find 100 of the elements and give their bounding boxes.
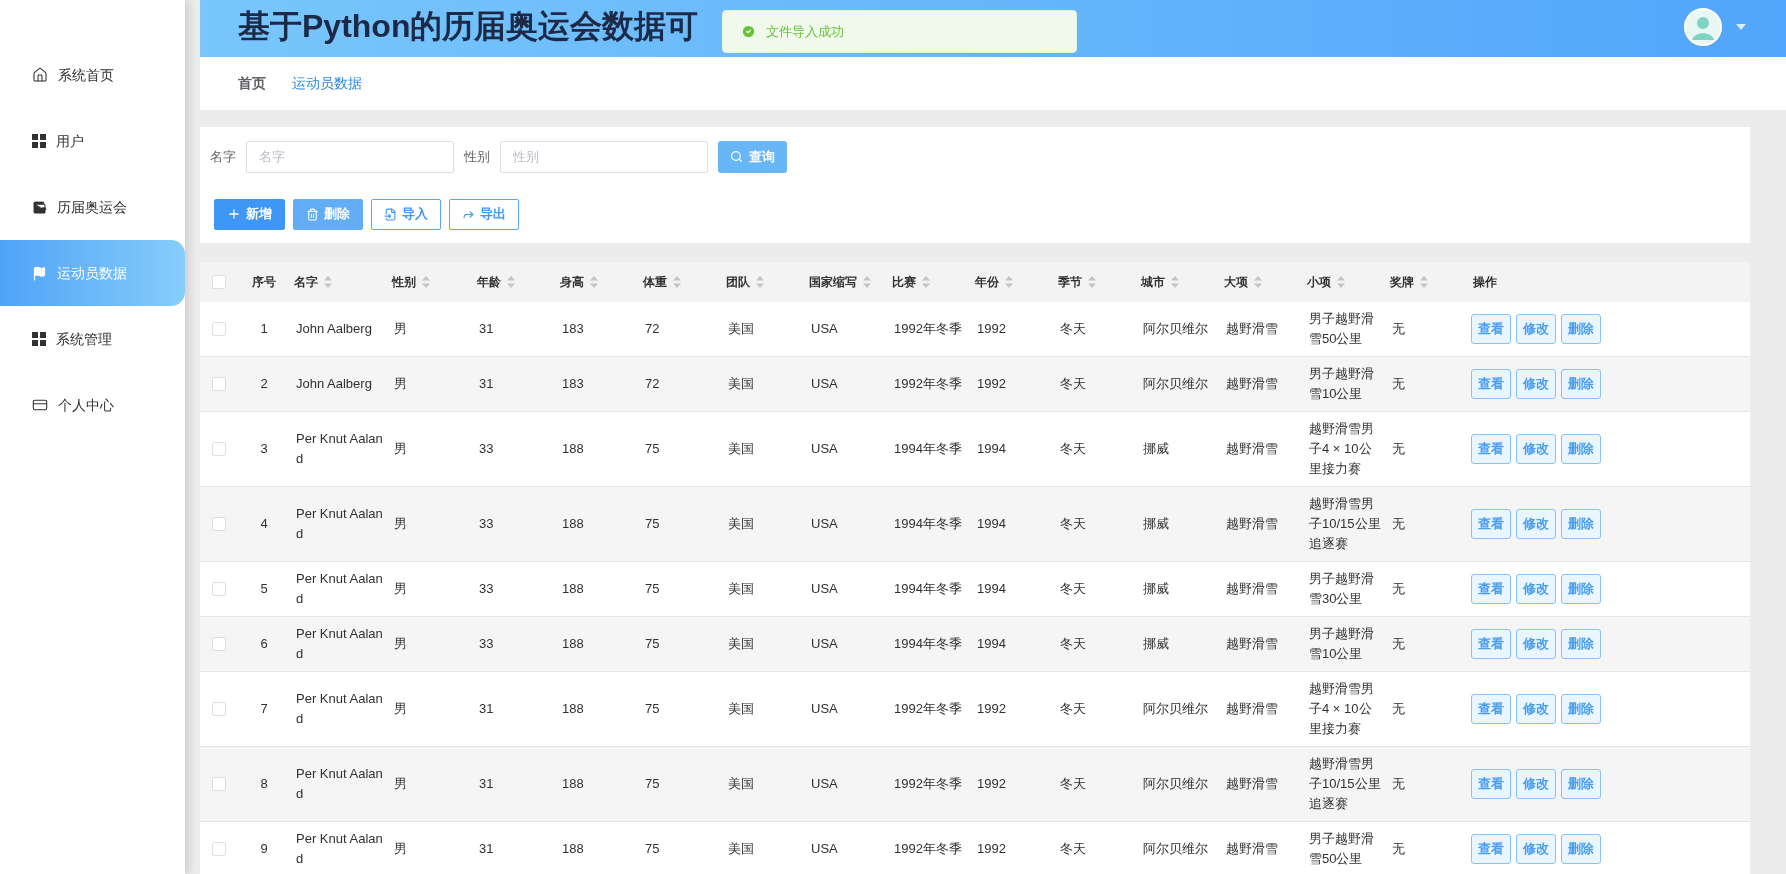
- checkbox[interactable]: [212, 777, 226, 791]
- row-action-button[interactable]: 删除: [1561, 434, 1601, 464]
- row-action-button[interactable]: 查看: [1471, 314, 1511, 344]
- table-cell-text: 越野滑雪: [1226, 320, 1279, 338]
- toolbar-button[interactable]: 导出: [449, 198, 519, 230]
- row-action-button[interactable]: 查看: [1471, 574, 1511, 604]
- sort-icon[interactable]: [1420, 276, 1428, 288]
- sort-icon[interactable]: [422, 276, 430, 288]
- row-action-button[interactable]: 修改: [1516, 574, 1556, 604]
- row-action-button[interactable]: 查看: [1471, 834, 1511, 864]
- table-row[interactable]: 2 John Aalberg 男 31 183 72 美国 USA 1992年冬季 1992 冬天 阿尔贝维尔 越野滑雪 男子越野滑雪10公里 无 查看 修改 删除: [200, 357, 1750, 412]
- table-cell-text: 1992年冬季: [894, 320, 963, 338]
- column-header: 年份: [975, 274, 999, 291]
- breadcrumb-link[interactable]: 运动员数据: [292, 73, 362, 94]
- checkbox[interactable]: [212, 322, 226, 336]
- table-cell-text: 越野滑雪: [1226, 840, 1279, 858]
- table-cell-text: 188: [562, 775, 585, 793]
- row-action-button[interactable]: 删除: [1561, 769, 1601, 799]
- row-action-button[interactable]: 查看: [1471, 629, 1511, 659]
- table-cell-text: 越野滑雪男子10/15公里追逐赛: [1309, 755, 1382, 813]
- toolbar-button[interactable]: 新增: [214, 198, 285, 230]
- sort-icon[interactable]: [922, 276, 930, 288]
- row-action-button[interactable]: 查看: [1471, 509, 1511, 539]
- row-action-button[interactable]: 查看: [1471, 694, 1511, 724]
- avatar-icon[interactable]: [1684, 8, 1722, 46]
- checkbox[interactable]: [212, 842, 226, 856]
- sort-icon[interactable]: [756, 276, 764, 288]
- sort-icon[interactable]: [1088, 276, 1096, 288]
- table-cell-text: 无: [1392, 775, 1406, 793]
- table-cell-text: 美国: [728, 320, 755, 338]
- breadcrumb-link[interactable]: 首页: [238, 73, 266, 94]
- table-cell-text: 男子越野滑雪50公里: [1309, 830, 1375, 868]
- row-action-button[interactable]: 修改: [1516, 769, 1556, 799]
- sidebar-item[interactable]: 个人中心: [0, 372, 185, 438]
- row-action-button[interactable]: 修改: [1516, 509, 1556, 539]
- row-action-button[interactable]: 修改: [1516, 694, 1556, 724]
- column-header: 序号: [252, 274, 276, 291]
- sort-icon[interactable]: [1337, 276, 1345, 288]
- search-field[interactable]: 性别: [500, 140, 708, 173]
- row-action-button[interactable]: 修改: [1516, 314, 1556, 344]
- sort-icon[interactable]: [1005, 276, 1013, 288]
- sidebar-item[interactable]: 运动员数据: [0, 240, 185, 306]
- row-action-button[interactable]: 删除: [1561, 629, 1601, 659]
- sort-icon[interactable]: [673, 276, 681, 288]
- checkbox[interactable]: [212, 517, 226, 531]
- trash-icon: [306, 207, 319, 221]
- checkbox[interactable]: [212, 275, 226, 289]
- sidebar-item[interactable]: 历届奥运会: [0, 174, 185, 240]
- row-action-button[interactable]: 删除: [1561, 509, 1601, 539]
- row-action-button[interactable]: 删除: [1561, 574, 1601, 604]
- table-cell-text: 男: [394, 440, 408, 458]
- table-cell-text: 男: [394, 700, 408, 718]
- row-action-button[interactable]: 修改: [1516, 434, 1556, 464]
- row-action-button[interactable]: 删除: [1561, 834, 1601, 864]
- table-cell-text: 9: [260, 840, 268, 858]
- sort-icon[interactable]: [1171, 276, 1179, 288]
- search-field[interactable]: 名字: [246, 140, 454, 173]
- row-action-button[interactable]: 删除: [1561, 369, 1601, 399]
- sort-icon[interactable]: [1254, 276, 1262, 288]
- row-action-button[interactable]: 删除: [1561, 694, 1601, 724]
- row-action-button[interactable]: 删除: [1561, 314, 1601, 344]
- sort-icon[interactable]: [324, 276, 332, 288]
- row-action-button[interactable]: 修改: [1516, 629, 1556, 659]
- grid-icon: [32, 332, 46, 346]
- search-button[interactable]: 查询: [718, 140, 787, 173]
- field-label: 性别: [464, 147, 490, 166]
- table-cell-text: 183: [562, 320, 585, 338]
- checkbox[interactable]: [212, 637, 226, 651]
- sidebar-item[interactable]: 用户: [0, 108, 185, 174]
- table-cell-text: USA: [811, 440, 839, 458]
- table-cell-text: 4: [260, 515, 268, 533]
- sort-icon[interactable]: [590, 276, 598, 288]
- sidebar-item[interactable]: 系统首页: [0, 42, 185, 108]
- table-cell-text: 1992: [977, 375, 1007, 393]
- checkbox[interactable]: [212, 582, 226, 596]
- toolbar-button[interactable]: 导入: [371, 198, 441, 230]
- table-cell-text: 挪威: [1143, 515, 1170, 533]
- table-cell-text: 1: [260, 320, 268, 338]
- table-cell-text: 188: [562, 840, 585, 858]
- row-action-button[interactable]: 修改: [1516, 369, 1556, 399]
- row-action-button[interactable]: 查看: [1471, 769, 1511, 799]
- table-cell-text: USA: [811, 700, 839, 718]
- table-cell-text: 男子越野滑雪30公里: [1309, 570, 1375, 608]
- table-cell-text: 5: [260, 580, 268, 598]
- table-cell-text: 2: [260, 375, 268, 393]
- sidebar-item[interactable]: 系统管理: [0, 306, 185, 372]
- checkbox[interactable]: [212, 377, 226, 391]
- table-cell-text: 男子越野滑雪10公里: [1309, 625, 1375, 663]
- caret-icon[interactable]: [1736, 24, 1746, 30]
- table-cell-text: 1994年冬季: [894, 440, 963, 458]
- sort-icon[interactable]: [507, 276, 515, 288]
- table-cell-text: 冬天: [1060, 700, 1087, 718]
- row-action-button[interactable]: 修改: [1516, 834, 1556, 864]
- row-action-button[interactable]: 查看: [1471, 434, 1511, 464]
- checkbox[interactable]: [212, 702, 226, 716]
- table-cell-text: 无: [1392, 635, 1406, 653]
- row-action-button[interactable]: 查看: [1471, 369, 1511, 399]
- checkbox[interactable]: [212, 442, 226, 456]
- table-cell-text: 冬天: [1060, 515, 1087, 533]
- sort-icon[interactable]: [863, 276, 871, 288]
